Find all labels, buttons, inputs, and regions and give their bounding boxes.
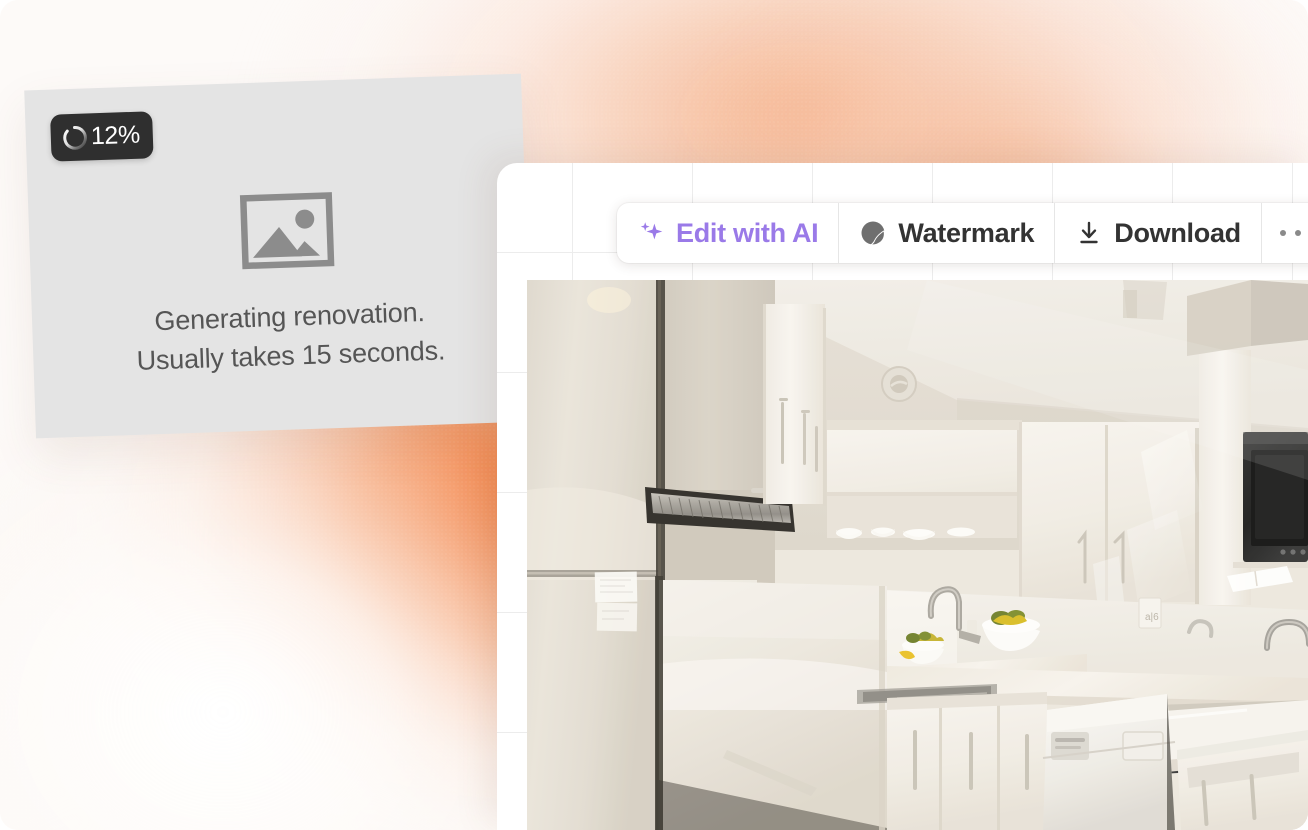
watermark-label: Watermark [898,217,1035,248]
more-dot [1294,230,1301,236]
more-horizontal-icon-2 [1294,230,1301,236]
droplet-icon [859,219,887,247]
generating-card: 12% Generating renovation. Usually takes… [24,73,533,439]
image-action-toolbar: Edit with AI Watermark Download [617,203,1308,263]
more-options-button[interactable] [1262,203,1308,263]
download-icon [1075,219,1103,247]
more-dot [1279,230,1286,236]
sparkle-icon [637,219,665,247]
edit-with-ai-label: Edit with AI [676,217,819,248]
download-label: Download [1114,217,1241,248]
download-button[interactable]: Download [1055,203,1262,263]
spinner-icon [60,123,89,152]
image-placeholder-icon [239,192,334,270]
progress-badge: 12% [50,111,154,162]
preview-image[interactable]: a|6 [527,280,1308,830]
generating-message: Generating renovation. Usually takes 15 … [135,292,446,381]
app-stage: 12% Generating renovation. Usually takes… [0,0,1308,830]
watermark-button[interactable]: Watermark [839,203,1056,263]
generating-card-content: Generating renovation. Usually takes 15 … [28,186,531,385]
progress-percent-label: 12% [90,120,141,151]
more-horizontal-icon [1279,230,1286,236]
edit-with-ai-button[interactable]: Edit with AI [617,203,840,263]
